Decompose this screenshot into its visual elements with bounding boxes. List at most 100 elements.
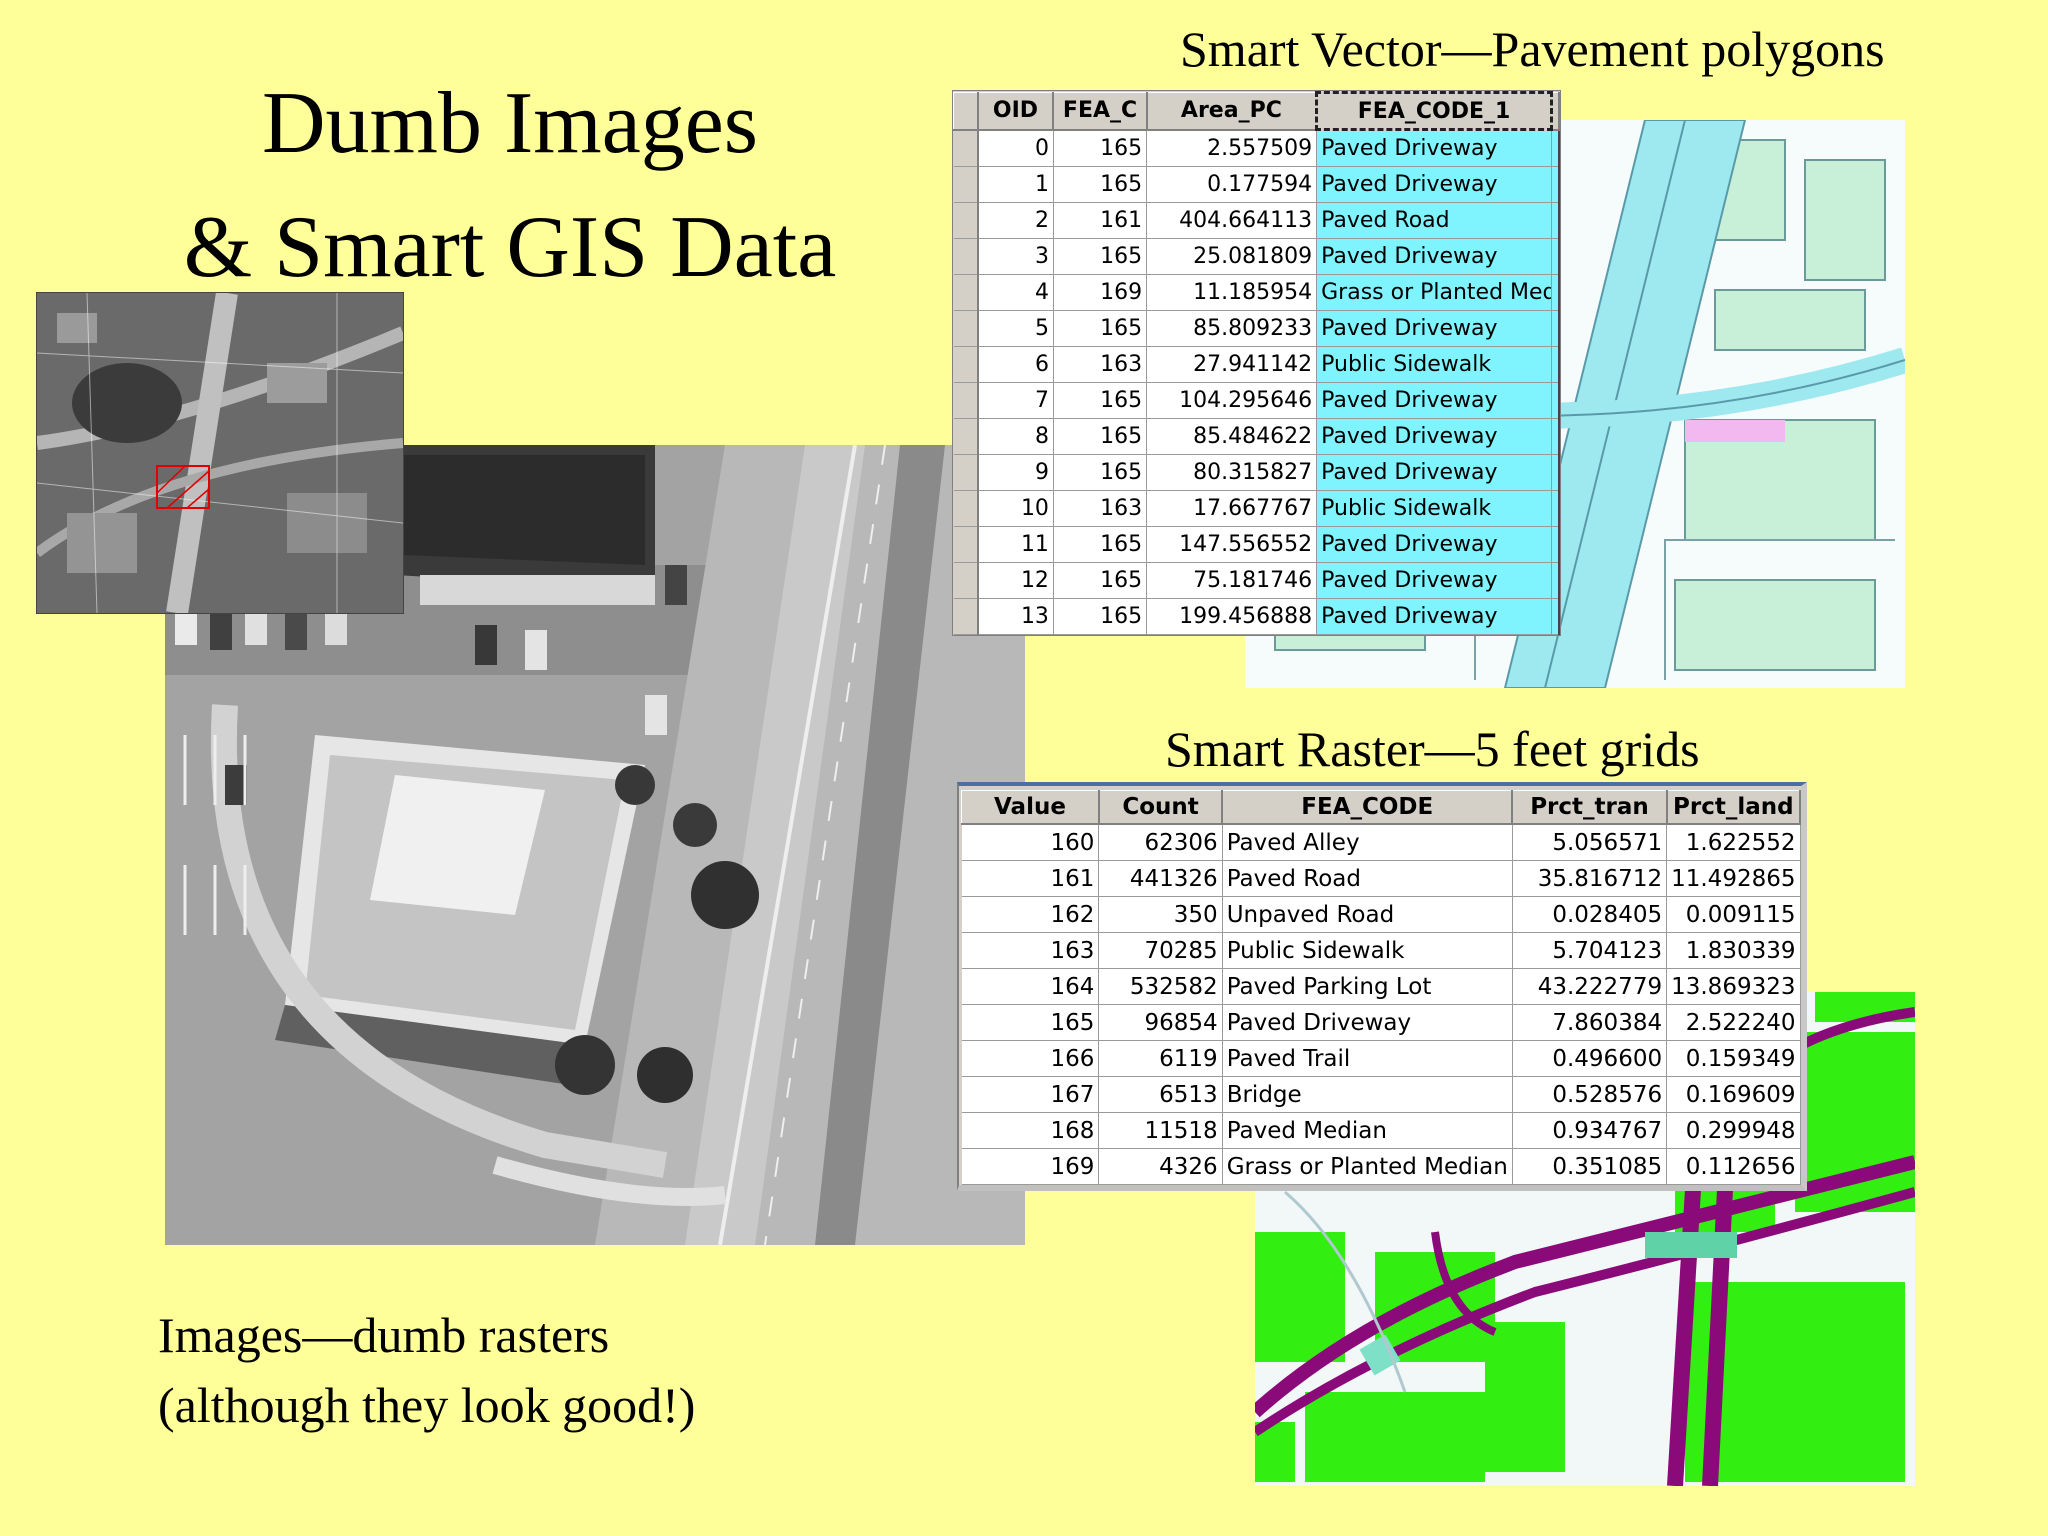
cell-prct-land[interactable]: 0.112656	[1666, 1148, 1801, 1185]
table-row[interactable]: 0 165 2.557509 Paved Driveway	[953, 129, 1560, 167]
cell-fea-c[interactable]: 163	[1053, 346, 1148, 383]
cell-prct-tran[interactable]: 35.816712	[1512, 860, 1668, 897]
cell-fea-code-1[interactable]: Paved Road	[1316, 202, 1552, 239]
cell-area-pc[interactable]: 27.941142	[1146, 346, 1318, 383]
cell-fea-code[interactable]: Bridge	[1222, 1076, 1513, 1113]
cell-prct-tran[interactable]: 0.351085	[1512, 1148, 1668, 1185]
cell-oid[interactable]: 1	[977, 166, 1054, 203]
cell-oid[interactable]: 11	[977, 526, 1054, 563]
cell-area-pc[interactable]: 75.181746	[1146, 562, 1318, 599]
column-header-prct-land[interactable]: Prct_land	[1666, 790, 1802, 825]
cell-oid[interactable]: 8	[977, 418, 1054, 455]
cell-area-pc[interactable]: 404.664113	[1146, 202, 1318, 239]
cell-count[interactable]: 6513	[1098, 1076, 1223, 1113]
table-row[interactable]: 6 163 27.941142 Public Sidewalk	[953, 346, 1560, 383]
cell-fea-code[interactable]: Paved Trail	[1222, 1040, 1513, 1077]
cell-prct-tran[interactable]: 0.028405	[1512, 896, 1668, 933]
cell-prct-land[interactable]: 0.009115	[1666, 896, 1801, 933]
column-header-oid[interactable]: OID	[977, 92, 1055, 131]
table-row[interactable]: 162 350 Unpaved Road 0.028405 0.009115	[961, 896, 1801, 933]
row-selector[interactable]	[953, 274, 979, 311]
cell-oid[interactable]: 4	[977, 274, 1054, 311]
cell-area-pc[interactable]: 17.667767	[1146, 490, 1318, 527]
table-row[interactable]: 10 163 17.667767 Public Sidewalk	[953, 490, 1560, 527]
cell-fea-c[interactable]: 165	[1053, 382, 1148, 419]
cell-count[interactable]: 4326	[1098, 1148, 1223, 1185]
cell-oid[interactable]: 10	[977, 490, 1054, 527]
cell-prct-tran[interactable]: 0.528576	[1512, 1076, 1668, 1113]
cell-area-pc[interactable]: 104.295646	[1146, 382, 1318, 419]
table-row[interactable]: 161 441326 Paved Road 35.816712 11.492865	[961, 860, 1801, 897]
cell-prct-tran[interactable]: 43.222779	[1512, 968, 1668, 1005]
cell-count[interactable]: 350	[1098, 896, 1223, 933]
row-selector[interactable]	[953, 598, 979, 635]
cell-fea-c[interactable]: 163	[1053, 490, 1148, 527]
table-row[interactable]: 11 165 147.556552 Paved Driveway	[953, 526, 1560, 563]
cell-oid[interactable]: 13	[977, 598, 1054, 635]
cell-fea-code[interactable]: Paved Road	[1222, 860, 1513, 897]
cell-oid[interactable]: 0	[977, 129, 1054, 167]
cell-prct-land[interactable]: 2.522240	[1666, 1004, 1801, 1041]
table-row[interactable]: 8 165 85.484622 Paved Driveway	[953, 418, 1560, 455]
cell-value[interactable]: 167	[961, 1076, 1100, 1113]
cell-fea-c[interactable]: 165	[1053, 526, 1148, 563]
cell-value[interactable]: 163	[961, 932, 1100, 969]
column-header-fea-code-1[interactable]: FEA_CODE_1	[1315, 91, 1553, 131]
cell-fea-c[interactable]: 165	[1053, 418, 1148, 455]
cell-prct-land[interactable]: 0.159349	[1666, 1040, 1801, 1077]
column-header-value[interactable]: Value	[960, 790, 1100, 825]
table-row[interactable]: 160 62306 Paved Alley 5.056571 1.622552	[961, 824, 1801, 861]
cell-area-pc[interactable]: 85.484622	[1146, 418, 1318, 455]
cell-prct-tran[interactable]: 7.860384	[1512, 1004, 1668, 1041]
cell-value[interactable]: 165	[961, 1004, 1100, 1041]
cell-fea-c[interactable]: 165	[1053, 129, 1148, 167]
row-selector[interactable]	[953, 454, 979, 491]
row-selector[interactable]	[953, 166, 979, 203]
row-selector[interactable]	[953, 129, 979, 167]
table-row[interactable]: 164 532582 Paved Parking Lot 43.222779 13.86…	[961, 968, 1801, 1005]
cell-fea-code-1[interactable]: Paved Driveway	[1316, 382, 1552, 419]
cell-area-pc[interactable]: 85.809233	[1146, 310, 1318, 347]
cell-value[interactable]: 162	[961, 896, 1100, 933]
cell-prct-land[interactable]: 13.869323	[1666, 968, 1801, 1005]
cell-prct-land[interactable]: 11.492865	[1666, 860, 1801, 897]
cell-area-pc[interactable]: 25.081809	[1146, 238, 1318, 275]
cell-prct-tran[interactable]: 5.056571	[1512, 824, 1668, 861]
table-row[interactable]: 1 165 0.177594 Paved Driveway	[953, 166, 1560, 203]
table-row[interactable]: 12 165 75.181746 Paved Driveway	[953, 562, 1560, 599]
cell-fea-code[interactable]: Public Sidewalk	[1222, 932, 1513, 969]
cell-fea-code[interactable]: Grass or Planted Median	[1222, 1148, 1513, 1185]
row-selector[interactable]	[953, 346, 979, 383]
table-row[interactable]: 13 165 199.456888 Paved Driveway	[953, 598, 1560, 635]
cell-area-pc[interactable]: 199.456888	[1146, 598, 1318, 635]
cell-fea-code-1[interactable]: Paved Driveway	[1316, 238, 1552, 275]
column-header-prct-tran[interactable]: Prct_tran	[1511, 790, 1668, 825]
cell-value[interactable]: 168	[961, 1112, 1100, 1149]
table-row[interactable]: 7 165 104.295646 Paved Driveway	[953, 382, 1560, 419]
cell-prct-tran[interactable]: 0.496600	[1512, 1040, 1668, 1077]
cell-area-pc[interactable]: 2.557509	[1146, 129, 1318, 167]
raster-attribute-table[interactable]: Value Count FEA_CODE Prct_tran Prct_land…	[957, 782, 1807, 1191]
row-selector[interactable]	[953, 382, 979, 419]
cell-fea-c[interactable]: 165	[1053, 454, 1148, 491]
cell-fea-code-1[interactable]: Paved Driveway	[1316, 598, 1552, 635]
cell-oid[interactable]: 7	[977, 382, 1054, 419]
cell-value[interactable]: 161	[961, 860, 1100, 897]
table-row[interactable]: 168 11518 Paved Median 0.934767 0.299948	[961, 1112, 1801, 1149]
cell-fea-code-1[interactable]: Grass or Planted Med	[1316, 274, 1552, 311]
cell-fea-c[interactable]: 165	[1053, 598, 1148, 635]
cell-fea-code-1[interactable]: Paved Driveway	[1316, 562, 1552, 599]
table-row[interactable]: 166 6119 Paved Trail 0.496600 0.159349	[961, 1040, 1801, 1077]
row-selector[interactable]	[953, 490, 979, 527]
table-row[interactable]: 163 70285 Public Sidewalk 5.704123 1.830339	[961, 932, 1801, 969]
cell-fea-code-1[interactable]: Paved Driveway	[1316, 166, 1552, 203]
column-header-count[interactable]: Count	[1098, 790, 1224, 825]
cell-count[interactable]: 532582	[1098, 968, 1223, 1005]
cell-count[interactable]: 96854	[1098, 1004, 1223, 1041]
cell-oid[interactable]: 2	[977, 202, 1054, 239]
table-row[interactable]: 5 165 85.809233 Paved Driveway	[953, 310, 1560, 347]
row-selector[interactable]	[953, 526, 979, 563]
vector-attribute-table[interactable]: OID FEA_C Area_PC FEA_CODE_1 0 165 2.55750…	[952, 90, 1561, 636]
cell-fea-c[interactable]: 165	[1053, 238, 1148, 275]
cell-fea-code-1[interactable]: Paved Driveway	[1316, 418, 1552, 455]
